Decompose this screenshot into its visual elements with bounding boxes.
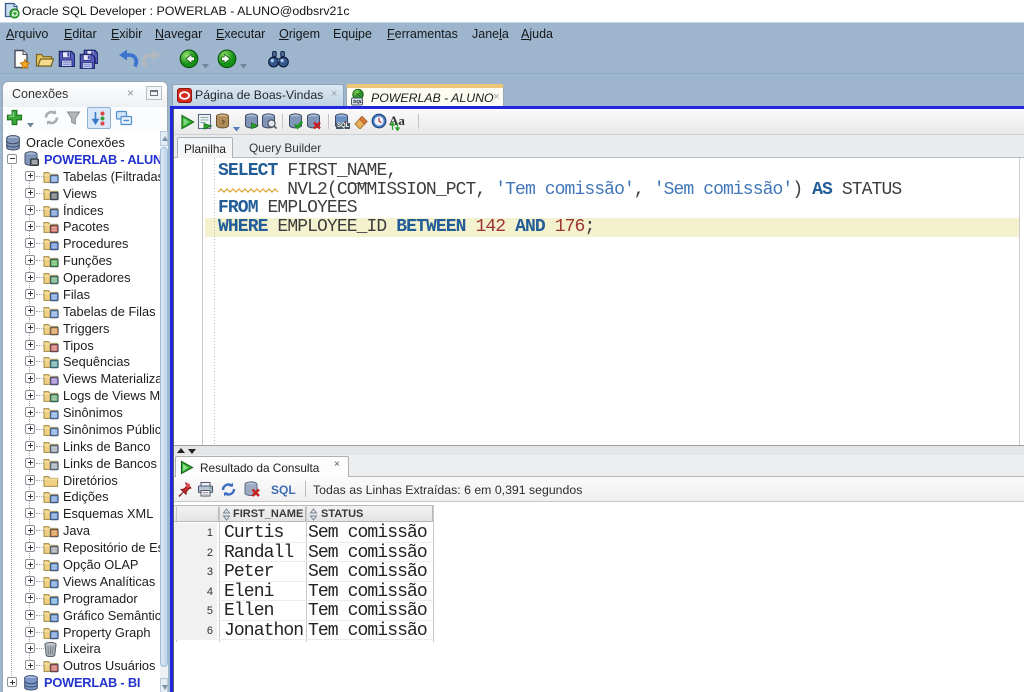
svg-text:SQL: SQL: [353, 99, 363, 105]
